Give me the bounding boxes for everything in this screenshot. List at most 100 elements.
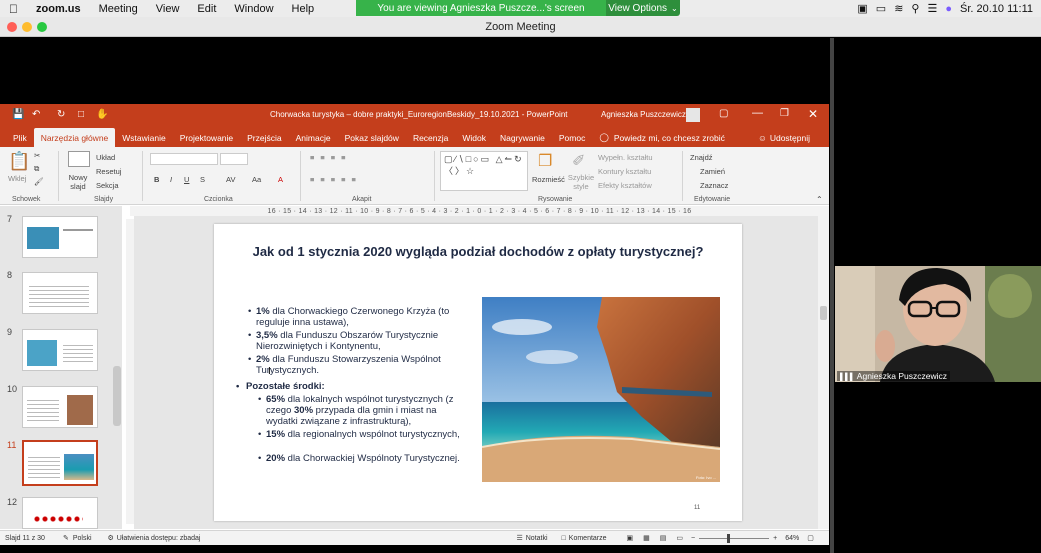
control-center-icon[interactable]: ☰ xyxy=(927,2,937,15)
slide-11[interactable]: Jak od 1 stycznia 2020 wygląda podział d… xyxy=(214,224,742,521)
change-case-icon[interactable]: Aa xyxy=(252,175,261,184)
cut-icon[interactable]: ✂ xyxy=(34,151,40,160)
font-family-select[interactable] xyxy=(150,153,218,165)
paste-icon[interactable]: 📋 xyxy=(8,151,30,172)
collapse-ribbon-icon[interactable]: ⌃ xyxy=(816,195,823,204)
remaining-funds-heading[interactable]: • Pozostałe środki: xyxy=(236,381,325,392)
slideshow-view-icon[interactable]: ▭ xyxy=(676,534,683,542)
sorter-view-icon[interactable]: ▦ xyxy=(643,534,650,542)
underline-icon[interactable]: U xyxy=(184,175,189,184)
new-slide-button[interactable]: Nowy slajd xyxy=(64,173,92,191)
menu-help[interactable]: Help xyxy=(283,3,324,15)
notes-button[interactable]: Notatki xyxy=(526,535,548,542)
menubar-clock[interactable]: Śr. 20.10 11:11 xyxy=(960,3,1033,15)
tab-transitions[interactable]: Przejścia xyxy=(240,128,288,147)
shape-outline-button[interactable]: Kontury kształtu xyxy=(598,167,651,176)
tab-file[interactable]: Plik xyxy=(6,128,34,147)
slide-title[interactable]: Jak od 1 stycznia 2020 wygląda podział d… xyxy=(214,244,742,259)
normal-view-icon[interactable]: ▣ xyxy=(627,534,634,542)
undo-icon[interactable]: ↶ xyxy=(32,109,40,120)
arrange-icon[interactable]: ❐ xyxy=(538,151,552,171)
paste-button[interactable]: Wklej xyxy=(8,174,26,183)
wifi-icon[interactable]: ≋ xyxy=(894,2,903,15)
comments-icon[interactable]: □ xyxy=(562,535,566,542)
reading-view-icon[interactable]: ▤ xyxy=(660,534,667,542)
restore-icon[interactable]: ❐ xyxy=(780,108,789,119)
share-button[interactable]: ☺ Udostępnij xyxy=(751,128,817,147)
menu-edit[interactable]: Edit xyxy=(188,3,225,15)
section-button[interactable]: Sekcja xyxy=(96,181,119,190)
fit-slide-icon[interactable]: ▢ xyxy=(807,534,814,542)
bullet-1[interactable]: • 1% dla Chorwackiego Czerwonego Krzyża (… xyxy=(248,306,468,328)
slide-thumbnail[interactable] xyxy=(22,386,98,428)
shape-fill-button[interactable]: Wypełn. kształtu xyxy=(598,153,653,162)
tab-home[interactable]: Narzędzia główne xyxy=(33,128,116,147)
reset-button[interactable]: Resetuj xyxy=(96,167,121,176)
notes-icon[interactable]: ☰ xyxy=(516,534,522,542)
ribbon-display-icon[interactable]: ▢ xyxy=(719,108,728,119)
avatar[interactable] xyxy=(686,108,700,122)
select-button[interactable]: Zaznacz xyxy=(700,181,728,190)
tab-recording[interactable]: Nagrywanie xyxy=(493,128,552,147)
font-size-select[interactable] xyxy=(220,153,248,165)
sub-bullet-2[interactable]: • 15% dla regionalnych wspólnot turystycz… xyxy=(258,429,460,440)
zoom-slider[interactable] xyxy=(699,533,770,543)
menu-view[interactable]: View xyxy=(147,3,189,15)
slide-counter[interactable]: Slajd 11 z 30 xyxy=(5,535,45,542)
font-color-icon[interactable]: A xyxy=(278,175,283,184)
apple-icon[interactable]:  xyxy=(0,2,27,16)
panel-divider[interactable] xyxy=(830,38,834,553)
siri-icon[interactable]: ● xyxy=(945,3,952,15)
touch-mode-icon[interactable]: ✋ xyxy=(96,109,108,120)
shape-effects-button[interactable]: Efekty kształtów xyxy=(598,181,652,190)
char-spacing-icon[interactable]: AV xyxy=(226,175,235,184)
view-options-button[interactable]: View Options ⌄ xyxy=(606,0,680,16)
format-painter-icon[interactable]: 🖌 xyxy=(34,177,44,186)
zoom-window-button[interactable] xyxy=(37,22,47,32)
tell-me-search[interactable]: ◯ Powiedz mi, co chcesz zrobić xyxy=(592,128,732,147)
sub-bullet-1[interactable]: • 65% dla lokalnych wspólnot turystycznyc… xyxy=(258,394,460,427)
menu-meeting[interactable]: Meeting xyxy=(90,3,147,15)
beach-cliff-photo[interactable]: Foto: Ivo ... xyxy=(482,297,720,482)
bullet-2[interactable]: • 3,5% dla Funduszu Obszarów Turystycznie… xyxy=(248,330,468,352)
tab-view[interactable]: Widok xyxy=(455,128,493,147)
italic-icon[interactable]: I xyxy=(170,175,172,184)
save-icon[interactable]: 💾 xyxy=(12,109,24,120)
slide-thumbnail[interactable] xyxy=(22,329,98,371)
copy-icon[interactable]: ⧉ xyxy=(34,164,39,174)
accessibility-icon[interactable]: ⚙ xyxy=(108,534,114,542)
camera-icon[interactable]: ▣ xyxy=(857,2,867,15)
slideshow-icon[interactable]: □ xyxy=(78,109,84,120)
zoom-slider-thumb[interactable] xyxy=(727,533,731,543)
layout-button[interactable]: Układ xyxy=(96,153,115,162)
arrange-button[interactable]: Rozmieść xyxy=(532,175,565,184)
slide-thumbnail[interactable] xyxy=(22,216,98,258)
scrollbar-thumb[interactable] xyxy=(820,306,827,320)
shapes-gallery[interactable]: ▢∕∖□○▭ △↼↻〈〉☆ xyxy=(440,151,528,191)
canvas-scrollbar[interactable] xyxy=(818,216,829,529)
tab-slideshow[interactable]: Pokaz slajdów xyxy=(338,128,406,147)
sub-bullet-3[interactable]: • 20% dla Chorwackiej Wspólnoty Turystycz… xyxy=(258,453,460,464)
comments-button[interactable]: Komentarze xyxy=(569,535,607,542)
find-button[interactable]: Znajdź xyxy=(690,153,713,162)
tab-help[interactable]: Pomoc xyxy=(552,128,592,147)
quick-styles-button[interactable]: Szybkie style xyxy=(566,173,596,191)
redo-icon[interactable]: ↻ xyxy=(57,109,65,120)
thumbs-scrollbar[interactable] xyxy=(113,366,121,426)
strikethrough-icon[interactable]: S xyxy=(200,175,205,184)
ppt-user-name[interactable]: Agnieszka Puszczewicz xyxy=(601,110,686,119)
replace-button[interactable]: Zamień xyxy=(700,167,725,176)
bold-icon[interactable]: B xyxy=(154,175,159,184)
zoom-out-icon[interactable]: − xyxy=(691,535,695,542)
close-window-button[interactable] xyxy=(7,22,17,32)
slide-thumbnail-selected[interactable] xyxy=(22,440,98,486)
search-icon[interactable]: ⚲ xyxy=(911,2,919,15)
zoom-level[interactable]: 64% xyxy=(785,535,799,542)
menu-window[interactable]: Window xyxy=(225,3,282,15)
language-indicator[interactable]: Polski xyxy=(73,535,92,542)
zoom-in-icon[interactable]: + xyxy=(773,535,777,542)
slide-thumbnail[interactable] xyxy=(22,497,98,529)
tab-insert[interactable]: Wstawianie xyxy=(115,128,172,147)
slide-thumbnail[interactable] xyxy=(22,272,98,314)
quick-styles-icon[interactable]: ✐ xyxy=(572,151,585,171)
